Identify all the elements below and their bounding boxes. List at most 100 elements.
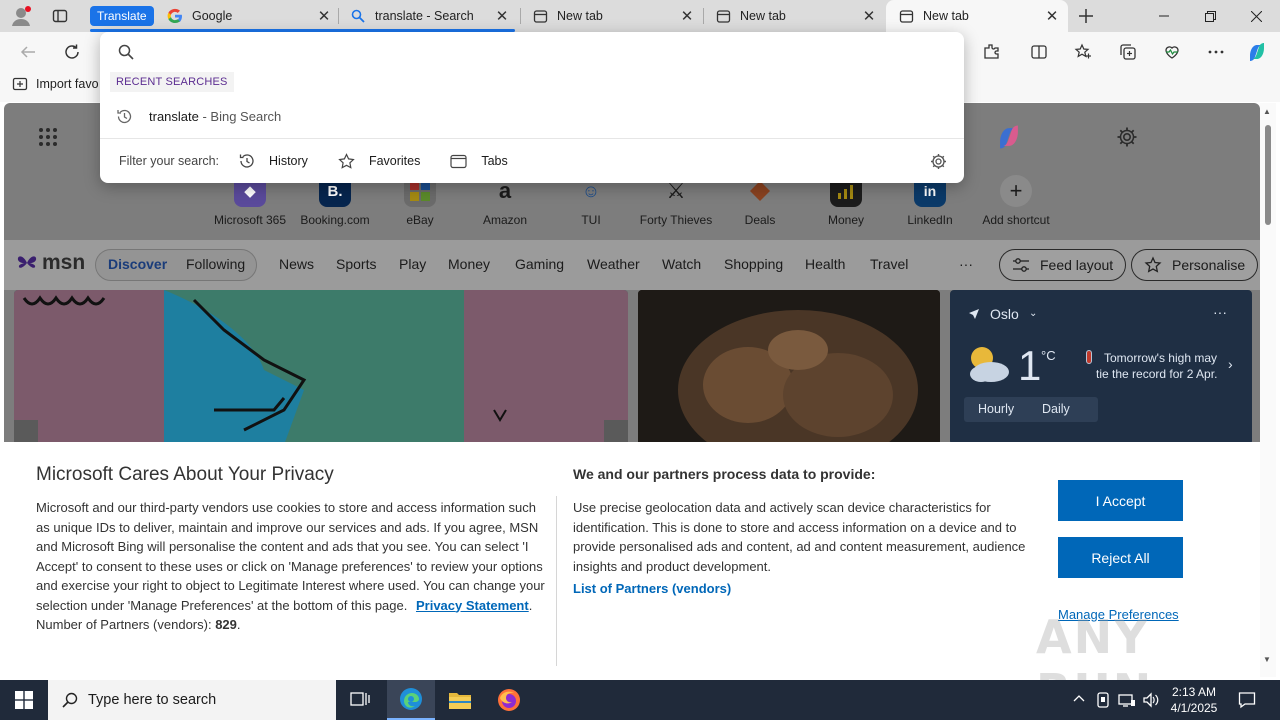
privacy-statement-link[interactable]: Privacy Statement xyxy=(416,598,529,613)
weather-city[interactable]: Oslo xyxy=(990,306,1019,322)
apps-launcher-icon[interactable] xyxy=(38,127,58,150)
close-icon[interactable]: ✕ xyxy=(1044,8,1060,25)
tab-group-label[interactable]: Translate xyxy=(90,6,154,26)
privacy-text: Microsoft and our third-party vendors us… xyxy=(36,500,545,613)
extensions-icon[interactable] xyxy=(978,39,1004,65)
news-card-illustration[interactable] xyxy=(14,290,628,445)
shortcut-add[interactable]: + Add shortcut xyxy=(976,175,1056,227)
tab-new-tab-active[interactable]: New tab ✕ xyxy=(886,0,1068,32)
personalise-button[interactable]: Personalise xyxy=(1131,249,1259,281)
volume-icon[interactable] xyxy=(1142,692,1160,711)
network-icon[interactable] xyxy=(1118,692,1136,711)
chevron-up-icon[interactable] xyxy=(1072,692,1086,709)
nav-money[interactable]: Money xyxy=(448,256,490,272)
search-settings-gear-icon[interactable] xyxy=(930,153,947,173)
tab-new-tab[interactable]: New tab ✕ xyxy=(520,0,703,32)
task-view-button[interactable] xyxy=(336,680,384,720)
tab-hourly[interactable]: Hourly xyxy=(978,402,1014,416)
minimize-button[interactable] xyxy=(1141,0,1187,32)
feed-layout-button[interactable]: Feed layout xyxy=(999,249,1127,281)
page-scrollbar[interactable]: ▲ ▼ xyxy=(1260,103,1276,677)
feed-layout-label: Feed layout xyxy=(1040,257,1114,273)
tab-label: New tab xyxy=(923,9,969,23)
profile-icon[interactable] xyxy=(10,5,32,27)
search-filter-bar: Filter your search: History Favorites Ta… xyxy=(100,138,964,183)
google-icon xyxy=(167,8,183,24)
nav-play[interactable]: Play xyxy=(399,256,426,272)
import-favorites-button[interactable]: Import favo xyxy=(12,76,99,92)
close-icon[interactable]: ✕ xyxy=(861,8,877,25)
msn-butterfly-icon xyxy=(16,252,38,277)
list-of-partners-link[interactable]: List of Partners (vendors) xyxy=(573,581,731,596)
address-input[interactable] xyxy=(144,38,944,66)
close-window-button[interactable] xyxy=(1233,0,1279,32)
taskbar-firefox-button[interactable] xyxy=(485,680,533,720)
favorites-icon[interactable] xyxy=(1070,39,1096,65)
thermometer-icon xyxy=(1086,350,1092,364)
search-icon xyxy=(62,692,78,708)
windows-start-icon[interactable] xyxy=(15,691,33,712)
location-arrow-icon xyxy=(968,308,980,323)
nav-weather[interactable]: Weather xyxy=(587,256,640,272)
nav-health[interactable]: Health xyxy=(805,256,845,272)
tab-following[interactable]: Following xyxy=(186,256,245,272)
shortcut-label: LinkedIn xyxy=(907,213,953,227)
edge-icon xyxy=(399,687,423,711)
close-icon[interactable]: ✕ xyxy=(679,8,695,25)
taskbar-clock[interactable]: 2:13 AM 4/1/2025 xyxy=(1166,684,1222,716)
chevron-right-icon[interactable]: › xyxy=(1228,356,1233,372)
nav-travel[interactable]: Travel xyxy=(870,256,908,272)
taskbar-search-box[interactable]: Type here to search xyxy=(48,680,336,720)
address-bar-dropdown: RECENT SEARCHES translate - Bing Search … xyxy=(100,32,964,183)
copilot-page-icon[interactable] xyxy=(995,123,1023,154)
taskbar-file-explorer-button[interactable] xyxy=(436,680,484,720)
nav-more-button[interactable]: ··· xyxy=(959,256,973,272)
tab-discover[interactable]: Discover xyxy=(108,256,167,272)
news-card-fitness[interactable] xyxy=(638,290,940,445)
page-settings-gear-icon[interactable] xyxy=(1116,126,1138,151)
taskbar-edge-button[interactable] xyxy=(387,680,435,720)
tab-translate-search[interactable]: translate - Search ✕ xyxy=(338,0,518,32)
tab-new-tab[interactable]: New tab ✕ xyxy=(703,0,885,32)
weather-note-line2: tie the record for 2 Apr. xyxy=(1096,367,1218,381)
copilot-icon[interactable] xyxy=(1244,39,1270,65)
clock-date: 4/1/2025 xyxy=(1170,701,1218,715)
scroll-up-arrow-icon[interactable]: ▲ xyxy=(1263,107,1271,116)
filter-tabs-button[interactable]: Tabs xyxy=(450,154,508,169)
tab-google[interactable]: Google ✕ xyxy=(155,0,340,32)
accept-button[interactable]: I Accept xyxy=(1058,480,1183,521)
tab-actions-icon[interactable] xyxy=(52,8,68,24)
weather-card[interactable]: Oslo ⌄ ··· 1 °C Tomorrow's high may tie … xyxy=(950,290,1252,445)
newtab-icon xyxy=(715,8,731,24)
close-icon[interactable]: ✕ xyxy=(316,8,332,25)
shortcut-label: eBay xyxy=(406,213,434,227)
refresh-icon[interactable] xyxy=(59,39,85,65)
filter-history-button[interactable]: History xyxy=(239,153,308,169)
collections-icon[interactable] xyxy=(1115,39,1141,65)
new-tab-plus-icon[interactable] xyxy=(1076,6,1096,26)
folder-icon xyxy=(448,690,472,710)
tab-daily[interactable]: Daily xyxy=(1042,402,1070,416)
device-icon[interactable] xyxy=(1096,692,1110,711)
nav-sports[interactable]: Sports xyxy=(336,256,376,272)
restore-button[interactable] xyxy=(1187,0,1233,32)
back-icon[interactable] xyxy=(15,39,41,65)
browser-essentials-icon[interactable] xyxy=(1159,39,1185,65)
nav-gaming[interactable]: Gaming xyxy=(515,256,564,272)
recent-searches-heading: RECENT SEARCHES xyxy=(110,72,234,92)
sliders-icon xyxy=(1012,257,1030,273)
msn-logo[interactable]: msn xyxy=(42,251,85,275)
suggestion-item[interactable]: translate - Bing Search xyxy=(100,100,964,132)
filter-favorites-button[interactable]: Favorites xyxy=(338,152,420,170)
weather-more-icon[interactable]: ··· xyxy=(1213,304,1227,320)
more-menu-icon[interactable] xyxy=(1203,39,1229,65)
nav-watch[interactable]: Watch xyxy=(662,256,701,272)
scroll-thumb[interactable] xyxy=(1265,125,1271,225)
partners-count: 829 xyxy=(215,617,237,632)
nav-shopping[interactable]: Shopping xyxy=(724,256,783,272)
reject-all-button[interactable]: Reject All xyxy=(1058,537,1183,578)
close-icon[interactable]: ✕ xyxy=(494,8,510,25)
split-screen-icon[interactable] xyxy=(1026,39,1052,65)
nav-news[interactable]: News xyxy=(279,256,314,272)
notifications-icon[interactable] xyxy=(1238,691,1256,712)
